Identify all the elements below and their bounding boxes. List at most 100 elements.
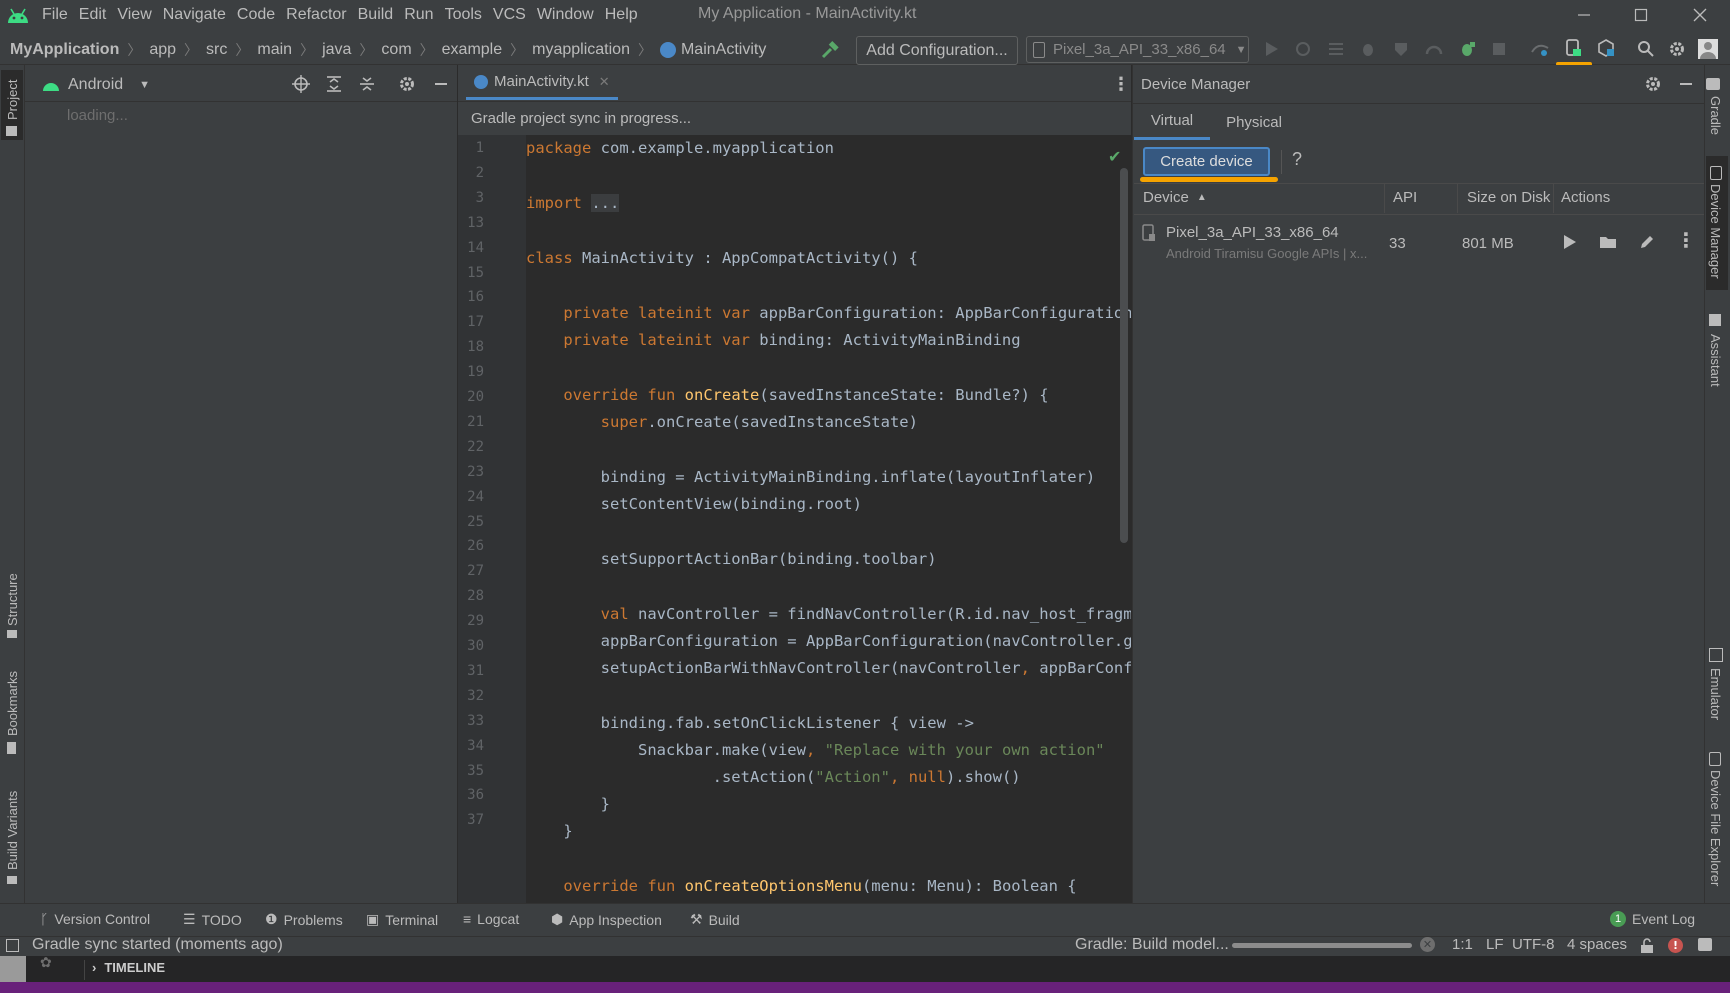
event-log-button[interactable]: 1 Event Log — [1610, 911, 1695, 927]
device-more-options-icon[interactable]: ⋮ — [1676, 228, 1696, 252]
tab-app-inspection[interactable]: ⬢ App Inspection — [551, 911, 662, 928]
unlock-icon[interactable] — [1640, 938, 1654, 954]
tab-bookmarks[interactable]: Bookmarks — [5, 671, 20, 736]
breadcrumb-myapplication[interactable]: myapplication — [532, 41, 630, 59]
stop-icon[interactable] — [1490, 40, 1508, 58]
cancel-task-icon[interactable]: ✕ — [1420, 937, 1435, 952]
sync-gradle-icon[interactable] — [1530, 40, 1550, 58]
search-icon[interactable] — [1637, 40, 1655, 58]
tab-gradle[interactable]: Gradle — [1708, 96, 1723, 135]
menu-run[interactable]: Run — [402, 6, 442, 24]
close-window-button[interactable] — [1672, 0, 1728, 30]
menu-view[interactable]: View — [115, 6, 160, 24]
project-view-selector[interactable]: Android ▼ — [42, 76, 150, 94]
device-manager-settings-gear-icon[interactable] — [1644, 75, 1662, 93]
device-selector[interactable]: Pixel_3a_API_33_x86_64 ▼ — [1026, 36, 1249, 63]
breadcrumb-example[interactable]: example — [442, 41, 502, 59]
tab-logcat[interactable]: ≡ Logcat — [463, 911, 519, 927]
sdk-manager-icon[interactable] — [1596, 38, 1616, 58]
coverage-icon[interactable] — [1392, 40, 1410, 58]
tab-virtual[interactable]: Virtual — [1134, 104, 1210, 140]
device-manager-icon[interactable] — [1563, 38, 1583, 58]
code-editor[interactable]: package com.example.myapplication import… — [526, 135, 1131, 903]
profile-icon[interactable] — [1425, 40, 1443, 58]
close-tab-icon[interactable]: ✕ — [599, 74, 610, 90]
column-api[interactable]: API — [1393, 189, 1417, 206]
menu-refactor[interactable]: Refactor — [284, 6, 355, 24]
error-indicator-icon[interactable]: ! — [1668, 938, 1683, 953]
tab-project[interactable]: Project — [5, 80, 20, 120]
minimize-button[interactable] — [1556, 0, 1612, 30]
timeline-section[interactable]: › TIMELINE — [92, 960, 165, 975]
build-hammer-icon[interactable] — [820, 40, 840, 60]
column-device[interactable]: Device ▲ — [1143, 189, 1207, 206]
tab-mainactivity[interactable]: MainActivity.kt ✕ — [466, 66, 618, 100]
menu-vcs[interactable]: VCS — [491, 6, 535, 24]
expand-all-icon[interactable] — [325, 75, 343, 93]
tab-build-variants[interactable]: Build Variants — [5, 791, 20, 870]
tab-assistant[interactable]: Assistant — [1708, 334, 1723, 387]
tab-device-file-explorer[interactable]: Device File Explorer — [1708, 770, 1723, 886]
line-separator[interactable]: LF — [1486, 936, 1504, 953]
tab-emulator[interactable]: Emulator — [1708, 668, 1723, 720]
extensions-icon: ✿ — [40, 955, 52, 971]
settings-gear-icon[interactable] — [1668, 40, 1686, 58]
line-number: 24 — [467, 488, 484, 505]
menu-window[interactable]: Window — [535, 6, 603, 24]
notifications-icon[interactable] — [1698, 938, 1712, 951]
menu-build[interactable]: Build — [356, 6, 403, 24]
run-icon[interactable] — [1262, 40, 1280, 58]
maximize-button[interactable] — [1613, 0, 1669, 30]
menu-help[interactable]: Help — [603, 6, 647, 24]
breadcrumb-project[interactable]: MyApplication — [10, 41, 119, 59]
column-size-on-disk[interactable]: Size on Disk — [1467, 189, 1550, 206]
add-configuration-button[interactable]: Add Configuration... — [856, 36, 1018, 65]
toggle-tool-windows-icon[interactable] — [6, 939, 19, 952]
show-on-disk-folder-icon[interactable] — [1599, 233, 1619, 251]
apply-code-changes-icon[interactable] — [1327, 40, 1345, 58]
sync-banner-text: Gradle project sync in progress... — [471, 110, 692, 127]
indent-setting[interactable]: 4 spaces — [1567, 936, 1627, 953]
debug-icon[interactable] — [1359, 40, 1377, 58]
tab-todo[interactable]: ☰ TODO — [183, 911, 242, 928]
help-icon[interactable]: ? — [1292, 149, 1302, 170]
tab-problems[interactable]: ❶ Problems — [265, 911, 343, 928]
breadcrumb-app[interactable]: app — [149, 41, 176, 59]
tab-options-icon[interactable]: ⋮ — [1112, 74, 1130, 95]
tab-build[interactable]: ⚒ Build — [690, 911, 740, 928]
menu-file[interactable]: File — [40, 6, 77, 24]
caret-position[interactable]: 1:1 — [1452, 936, 1473, 953]
edit-device-pencil-icon[interactable] — [1638, 233, 1656, 251]
tab-device-manager[interactable]: Device Manager — [1708, 184, 1723, 279]
chevron-right-icon: 〉 — [637, 42, 652, 58]
tab-terminal[interactable]: ▣ Terminal — [366, 911, 438, 928]
breadcrumb-com[interactable]: com — [381, 41, 411, 59]
tab-structure[interactable]: Structure — [5, 573, 20, 626]
background-task-label[interactable]: Gradle: Build model... — [1075, 936, 1229, 954]
hide-device-manager-icon[interactable] — [1677, 75, 1695, 93]
attach-debugger-icon[interactable] — [1458, 40, 1476, 58]
toolbar-divider — [1281, 150, 1282, 174]
menu-navigate[interactable]: Navigate — [161, 6, 235, 24]
breadcrumb-src[interactable]: src — [206, 41, 227, 59]
editor-scrollbar[interactable] — [1120, 168, 1128, 543]
file-encoding[interactable]: UTF-8 — [1512, 936, 1555, 953]
tab-physical[interactable]: Physical — [1214, 104, 1294, 140]
gradle-elephant-icon — [1706, 78, 1720, 90]
hide-panel-icon[interactable] — [432, 75, 450, 93]
launch-device-icon[interactable] — [1562, 233, 1578, 251]
menu-edit[interactable]: Edit — [77, 6, 116, 24]
column-divider — [1457, 183, 1458, 213]
collapse-all-icon[interactable] — [358, 75, 376, 93]
locate-target-icon[interactable] — [292, 75, 310, 93]
menu-tools[interactable]: Tools — [443, 6, 491, 24]
apply-changes-icon[interactable] — [1294, 40, 1312, 58]
tab-version-control[interactable]: ᚴ Version Control — [40, 911, 150, 927]
breadcrumb-mainactivity[interactable]: MainActivity — [681, 41, 766, 59]
breadcrumb-main[interactable]: main — [257, 41, 292, 59]
menu-code[interactable]: Code — [235, 6, 284, 24]
create-device-button[interactable]: Create device — [1143, 147, 1270, 176]
panel-settings-gear-icon[interactable] — [398, 75, 416, 93]
breadcrumb-java[interactable]: java — [322, 41, 351, 59]
account-avatar-icon[interactable] — [1698, 39, 1718, 59]
